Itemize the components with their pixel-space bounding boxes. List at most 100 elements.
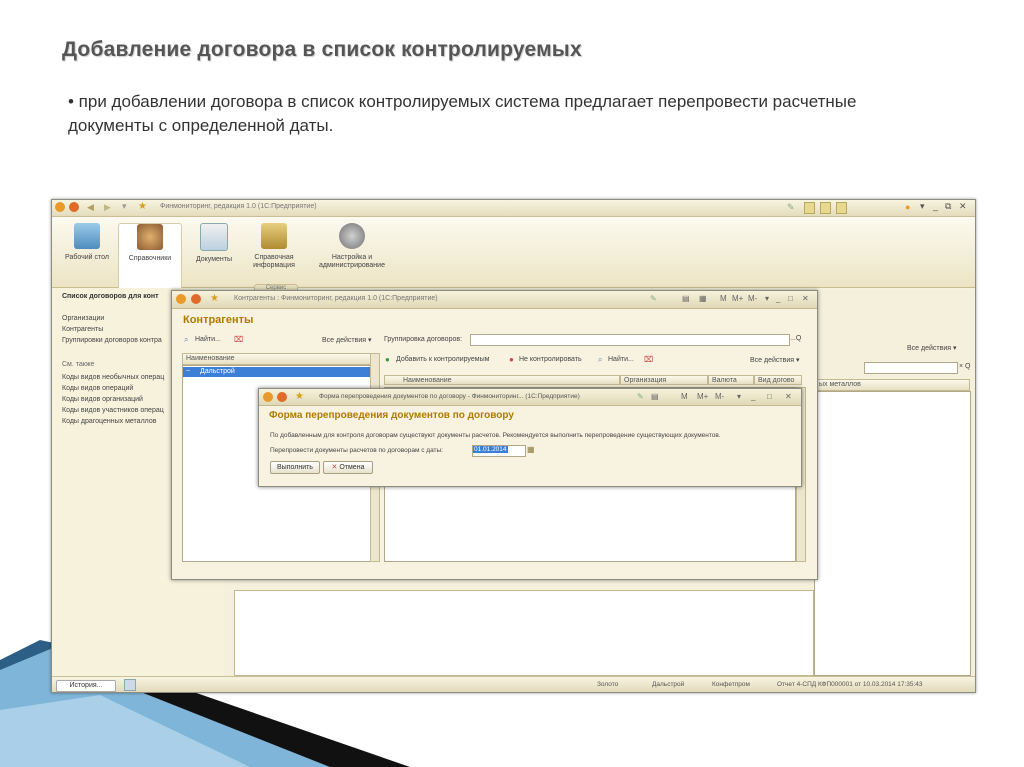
memory-m-plus-icon[interactable]: M+ (732, 294, 743, 303)
maximize-icon[interactable]: □ (767, 392, 772, 401)
section-label: Справочники (128, 255, 172, 262)
grouping-input[interactable] (470, 334, 790, 346)
run-button[interactable]: Выполнить (270, 461, 320, 474)
section-label: Настройка и администрирование (319, 254, 385, 269)
reprocess-heading: Форма перепроведения документов по догов… (269, 410, 514, 421)
add-to-control-button[interactable]: Добавить к контролируемым (396, 356, 489, 363)
minimize-icon[interactable]: _ (751, 392, 755, 401)
info-icon[interactable]: ● (905, 202, 910, 212)
nav-link-groupings[interactable]: Группировки договоров контра (62, 337, 162, 344)
menu-icon[interactable] (277, 392, 287, 402)
reprocess-title-bar: ★ Форма перепроведения документов по дог… (259, 389, 801, 406)
nav-link-codes-operations[interactable]: Коды видов операций (62, 385, 133, 392)
maximize-icon[interactable]: □ (788, 294, 793, 303)
restore-icon[interactable]: ⧉ (945, 201, 951, 212)
section-reference[interactable]: Справочная информация (245, 223, 303, 270)
app-logo-icon[interactable] (176, 294, 186, 304)
memory-m-plus-icon[interactable]: M+ (697, 392, 708, 401)
all-actions-main[interactable]: Все действия ▾ (907, 344, 956, 352)
memory-m-icon[interactable]: M (720, 294, 727, 303)
main-title-bar: ◀ ▶ ▾ ★ Финмониторинг, редакция 1.0 (1С:… (52, 200, 975, 217)
window-menu-icon[interactable]: ▾ (920, 201, 925, 212)
search-clear-button[interactable]: × Q (959, 363, 970, 370)
slide-title: Добавление договора в список контролируе… (62, 38, 582, 61)
app-logo-icon[interactable] (263, 392, 273, 402)
window-menu-icon[interactable]: ▾ (765, 294, 769, 303)
close-icon[interactable]: ✕ (959, 201, 967, 212)
section-catalogs[interactable]: Справочники (118, 223, 182, 288)
find-button-right[interactable]: Найти... (608, 356, 634, 363)
column-header-name[interactable]: Наименование (384, 375, 620, 385)
toolbar-icon-4[interactable] (836, 202, 847, 214)
cancel-search-icon[interactable]: ⌧ (644, 355, 653, 364)
find-button-left[interactable]: Найти... (195, 336, 221, 343)
close-icon[interactable]: ✕ (802, 294, 809, 303)
section-desktop[interactable]: Рабочий стол (62, 223, 112, 262)
toolbar-icon-2[interactable] (804, 202, 815, 214)
forward-arrow-icon[interactable]: ▶ (104, 202, 111, 213)
favorites-star-icon[interactable]: ★ (295, 391, 304, 402)
windows-icon[interactable] (124, 679, 136, 691)
find-icon: ⌕ (184, 335, 189, 344)
minimize-icon[interactable]: _ (776, 294, 780, 303)
nav-link-organizations[interactable]: Организации (62, 315, 104, 322)
search-input-main[interactable] (864, 362, 958, 374)
grouping-select-button[interactable]: ...Q (790, 335, 801, 342)
section-settings[interactable]: Настройка и администрирование (310, 223, 394, 270)
desktop-icon (74, 223, 100, 249)
toolbar-edit-icon[interactable]: ✎ (650, 294, 657, 303)
contracts-table[interactable] (814, 391, 971, 676)
reprocess-message: По добавленным для контроля договорам су… (270, 432, 721, 439)
date-field[interactable]: 01.01.2014 (472, 445, 526, 457)
collapse-icon[interactable]: − (186, 368, 190, 375)
app-logo-icon[interactable] (55, 202, 65, 212)
nav-link-codes-organizations[interactable]: Коды видов организаций (62, 396, 143, 403)
favorites-star-icon[interactable]: ★ (138, 201, 147, 212)
memory-m-minus-icon[interactable]: M- (715, 392, 724, 401)
column-header-organization[interactable]: Организация (620, 375, 708, 385)
all-actions-right[interactable]: Все действия ▾ (750, 356, 799, 364)
nav-link-codes-participants[interactable]: Коды видов участников операц (62, 407, 164, 414)
column-header-contract-type[interactable]: Вид догово (754, 375, 802, 385)
favorites-star-icon[interactable]: ★ (210, 293, 219, 304)
history-icon[interactable]: ▾ (122, 201, 127, 212)
toolbar-doc-icon[interactable]: ▤ (682, 294, 690, 303)
slide-bullet: • при добавлении договора в список контр… (68, 92, 857, 135)
column-header-currency[interactable]: Валюта (708, 375, 754, 385)
nav-link-codes-unusual[interactable]: Коды видов необычных операц (62, 374, 164, 381)
status-item-gold[interactable]: Золото (597, 681, 618, 688)
not-control-button[interactable]: Не контролировать (519, 356, 582, 363)
left-column-header[interactable]: Наименование (182, 353, 373, 365)
status-item-report[interactable]: Отчет 4-СПД КФП000001 от 10.03.2014 17:3… (777, 681, 923, 688)
column-header-metals[interactable]: ых металлов (814, 379, 970, 391)
main-window-title: Финмониторинг, редакция 1.0 (1С:Предприя… (160, 203, 317, 210)
tree-row-selected[interactable]: − Дальстрой (183, 367, 372, 377)
all-actions-left[interactable]: Все действия ▾ (322, 336, 371, 344)
close-icon[interactable]: ✕ (785, 392, 792, 401)
back-arrow-icon[interactable]: ◀ (87, 202, 94, 213)
cancel-search-icon[interactable]: ⌧ (234, 335, 243, 344)
window-menu-icon[interactable]: ▾ (737, 392, 741, 401)
grouping-label: Группировка договоров: (384, 336, 463, 343)
toolbar-icon-3[interactable] (820, 202, 831, 214)
nav-link-contractors[interactable]: Контрагенты (62, 326, 103, 333)
minimize-icon[interactable]: _ (933, 201, 938, 211)
section-documents[interactable]: Документы (187, 223, 241, 264)
toolbar-doc-icon[interactable]: ▤ (651, 392, 659, 401)
status-bar: История... Золото Дальстрой Конфетпром О… (52, 676, 975, 692)
lower-list[interactable] (234, 590, 814, 676)
memory-m-icon[interactable]: M (681, 392, 688, 401)
cancel-button[interactable]: ✕ Отмена (323, 461, 373, 474)
nav-link-codes-metals[interactable]: Коды драгоценных металлов (62, 418, 156, 425)
menu-icon[interactable] (191, 294, 201, 304)
calendar-icon[interactable]: ▦ (527, 445, 535, 454)
menu-icon[interactable] (69, 202, 79, 212)
status-item-dalstroy[interactable]: Дальстрой (652, 681, 684, 688)
toolbar-calc-icon[interactable]: ▦ (699, 294, 707, 303)
status-item-konfetprom[interactable]: Конфетпром (712, 681, 750, 688)
toolbar-icon-1[interactable]: ✎ (787, 202, 795, 213)
history-button[interactable]: История... (56, 680, 116, 692)
memory-m-minus-icon[interactable]: M- (748, 294, 757, 303)
toolbar-edit-icon[interactable]: ✎ (637, 392, 644, 401)
find-icon: ⌕ (598, 355, 603, 364)
